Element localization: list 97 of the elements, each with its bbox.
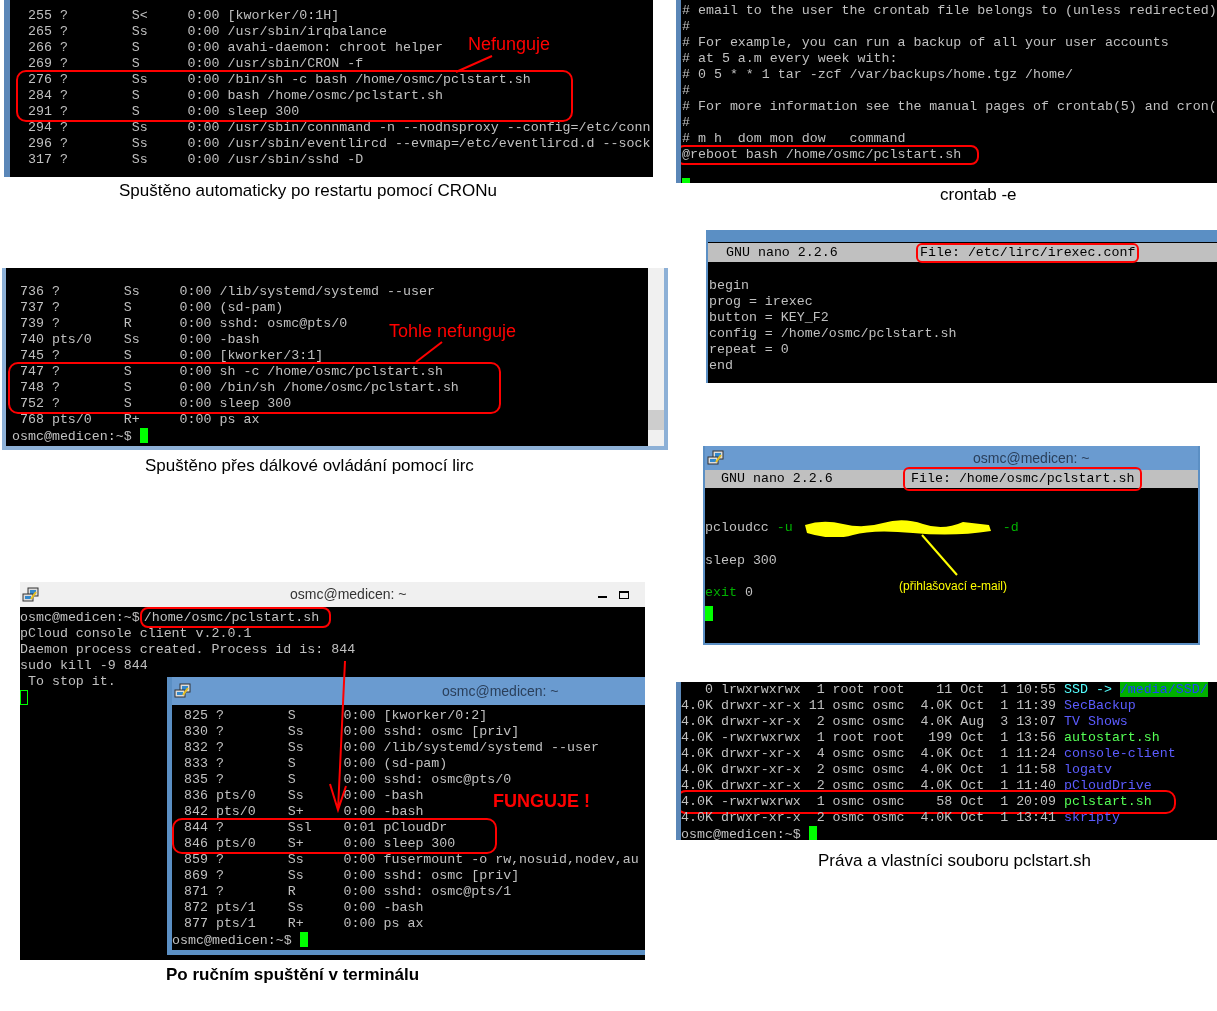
crontab-line: # bbox=[682, 83, 691, 99]
process-row-text: 871 ? R 0:00 sshd: osmc@pts/1 bbox=[182, 884, 512, 900]
config-line: begin bbox=[709, 278, 750, 294]
process-row-text: 869 ? Ss 0:00 sshd: osmc [priv] bbox=[182, 868, 520, 884]
process-row-text: 266 ? S 0:00 avahi-daemon: chroot helper bbox=[26, 40, 443, 56]
process-row-text: 740 pts/0 Ss 0:00 -bash bbox=[18, 332, 260, 348]
process-row-text: 842 pts/0 S+ 0:00 -bash bbox=[182, 804, 424, 820]
config-line: repeat = 0 bbox=[709, 342, 790, 358]
process-row-text: 836 pts/0 Ss 0:00 -bash bbox=[182, 788, 424, 804]
process-row-text: 317 ? Ss 0:00 /usr/sbin/sshd -D bbox=[26, 152, 364, 168]
config-line: end bbox=[709, 358, 734, 374]
process-row-text: 830 ? Ss 0:00 sshd: osmc [priv] bbox=[182, 724, 520, 740]
file-row: 4.0K drwxr-xr-x 11 osmc osmc 4.0K Oct 1 11:39 SecBackup bbox=[681, 698, 1136, 714]
script-line: sleep 300 bbox=[705, 553, 777, 569]
script-line: exit 0 bbox=[705, 585, 753, 601]
process-row-text: 291 ? S 0:00 sleep 300 bbox=[26, 104, 301, 120]
window-title: osmc@medicen: ~ bbox=[973, 448, 1090, 468]
crontab-line: # 0 5 * * 1 tar -zcf /var/backups/home.tgz /home/ bbox=[682, 67, 1074, 83]
crontab-line: @reboot bash /home/osmc/pclstart.sh bbox=[681, 145, 980, 165]
process-row-text: 284 ? S 0:00 bash /home/osmc/pclstart.sh bbox=[26, 88, 444, 104]
process-row-text: 748 ? S 0:00 /bin/sh /home/osmc/pclstart.sh bbox=[18, 380, 459, 396]
file-row: 4.0K drwxr-xr-x 2 osmc osmc 4.0K Oct 1 13:41 skripty bbox=[681, 810, 1120, 826]
crontab-line: # For example, you can run a backup of all your user accounts bbox=[682, 35, 1170, 51]
shell-prompt: osmc@medicen:~$ bbox=[681, 827, 802, 840]
nano-header: GNU nano 2.2.6 File: /home/osmc/pclstart.sh bbox=[705, 470, 1198, 488]
crontab-line: # For more information see the manual pages of crontab(5) and cron( bbox=[682, 99, 1217, 115]
window-title: osmc@medicen: ~ bbox=[442, 681, 559, 701]
process-row-text: 872 pts/1 Ss 0:00 -bash bbox=[182, 900, 424, 916]
minimize-icon[interactable] bbox=[598, 595, 607, 598]
process-row-text: 265 ? Ss 0:00 /usr/sbin/irqbalance bbox=[26, 24, 388, 40]
crontab-line: # m h dom mon dow command bbox=[682, 131, 907, 147]
crontab-line: # bbox=[682, 19, 691, 35]
cursor-icon bbox=[139, 428, 148, 443]
process-row-text: 269 ? S 0:00 /usr/sbin/CRON -f bbox=[26, 56, 364, 72]
file-row-text: 0 lrwxrwxrwx 1 root root 11 Oct 1 10:55 SSD -> /media/SSD/ bbox=[703, 682, 1208, 698]
figure-caption: crontab -e bbox=[940, 184, 1017, 206]
config-line: prog = irexec bbox=[709, 294, 814, 310]
process-row-text: 736 ? Ss 0:00 /lib/systemd/systemd --user bbox=[18, 284, 435, 300]
figure-caption: Po ručním spuštění v terminálu bbox=[166, 964, 420, 986]
maximize-icon[interactable] bbox=[619, 590, 629, 599]
output-line: Daemon process created. Process id is: 844 bbox=[20, 642, 357, 658]
computer-icon bbox=[22, 586, 40, 603]
file-name-label: File: /etc/lirc/irexec.conf bbox=[916, 242, 1140, 263]
command-text: /home/osmc/pclstart.sh bbox=[139, 607, 332, 628]
process-row-text: 844 ? Ssl 0:01 pCloudDr bbox=[182, 820, 449, 836]
process-row-text: 835 ? S 0:00 sshd: osmc@pts/0 bbox=[182, 772, 512, 788]
annotation-label: (přihlašovací e-mail) bbox=[899, 578, 1008, 595]
file-row: 4.0K drwxr-xr-x 4 osmc osmc 4.0K Oct 1 11:24 console-client bbox=[681, 746, 1176, 762]
process-row-text: 276 ? Ss 0:00 /bin/sh -c bash /home/osmc/pclstart.sh bbox=[26, 72, 531, 88]
shell-prompt: osmc@medicen:~$ bbox=[12, 429, 133, 444]
shell-prompt: osmc@medicen:~$ bbox=[172, 933, 293, 948]
process-row-text: 745 ? S 0:00 [kworker/3:1] bbox=[18, 348, 324, 364]
config-line: config = /home/osmc/pclstart.sh bbox=[709, 326, 958, 342]
cursor-icon bbox=[299, 932, 308, 947]
shell-prompt: osmc@medicen:~$ bbox=[20, 610, 140, 625]
crontab-line: # at 5 a.m every week with: bbox=[682, 51, 899, 67]
scrollbar[interactable] bbox=[648, 268, 664, 446]
figure-caption: Práva a vlastníci souboru pclstart.sh bbox=[818, 850, 1092, 872]
process-row-text: 877 pts/1 R+ 0:00 ps ax bbox=[182, 916, 424, 932]
file-row: 4.0K drwxr-xr-x 2 osmc osmc 4.0K Oct 1 11:40 pCloudDrive bbox=[681, 778, 1152, 794]
config-line: button = KEY_F2 bbox=[709, 310, 830, 326]
process-row-text: 832 ? Ss 0:00 /lib/systemd/systemd --user bbox=[182, 740, 599, 756]
file-row: 4.0K drwxr-xr-x 2 osmc osmc 4.0K Aug 3 13:07 TV Shows bbox=[681, 714, 1128, 730]
process-row-text: 768 pts/0 R+ 0:00 ps ax bbox=[18, 412, 260, 428]
file-row: 4.0K -rwxrwxrwx 1 osmc osmc 58 Oct 1 20:09 pclstart.sh bbox=[681, 794, 1152, 810]
computer-icon bbox=[707, 450, 725, 466]
annotation-label: Nefunguje bbox=[468, 33, 551, 56]
annotation-label: FUNGUJE ! bbox=[493, 790, 590, 813]
crontab-line: # email to the user the crontab file belongs to (unless redirected) bbox=[682, 3, 1217, 19]
output-line: pCloud console client v.2.0.1 bbox=[20, 626, 253, 642]
process-row-text: 296 ? Ss 0:00 /usr/sbin/eventlircd --evmap=/etc/eventlircd.d --sock bbox=[26, 136, 651, 152]
process-row-text: 833 ? S 0:00 (sd-pam) bbox=[182, 756, 448, 772]
cursor-icon bbox=[808, 826, 817, 840]
window-title: osmc@medicen: ~ bbox=[290, 585, 407, 604]
process-row-text: 747 ? S 0:00 sh -c /home/osmc/pclstart.sh bbox=[18, 364, 444, 380]
file-row: 4.0K -rwxrwxrwx 1 root root 199 Oct 1 13:56 autostart.sh bbox=[681, 730, 1160, 746]
figure-caption: Spuštěno přes dálkové ovládání pomocí lirc bbox=[145, 455, 474, 477]
process-row-text: 752 ? S 0:00 sleep 300 bbox=[18, 396, 293, 412]
computer-icon bbox=[174, 683, 192, 699]
process-row-text: 294 ? Ss 0:00 /usr/sbin/connmand -n --nodnsproxy --config=/etc/conn bbox=[26, 120, 651, 136]
output-line: To stop it. bbox=[26, 674, 117, 690]
crontab-line: # bbox=[682, 115, 691, 131]
file-name-label: File: /home/osmc/pclstart.sh bbox=[903, 467, 1143, 491]
process-row-text: 859 ? Ss 0:00 fusermount -o rw,nosuid,nodev,au bbox=[182, 852, 639, 868]
output-line: sudo kill -9 844 bbox=[20, 658, 149, 674]
leader-line bbox=[920, 533, 960, 577]
cursor-icon bbox=[705, 606, 713, 621]
process-row-text: 825 ? S 0:00 [kworker/0:2] bbox=[182, 708, 488, 724]
process-row-text: 846 pts/0 S+ 0:00 sleep 300 bbox=[182, 836, 456, 852]
script-line: pcloudcc -u -d bbox=[705, 519, 1019, 537]
process-row-text: 255 ? S< 0:00 [kworker/0:1H] bbox=[26, 8, 340, 24]
process-row-text: 737 ? S 0:00 (sd-pam) bbox=[18, 300, 284, 316]
annotation-label: Tohle nefunguje bbox=[389, 320, 517, 343]
process-row-text: 739 ? R 0:00 sshd: osmc@pts/0 bbox=[18, 316, 348, 332]
figure-caption: Spuštěno automaticky po restartu pomocí CRONu bbox=[119, 180, 497, 202]
nano-header: GNU nano 2.2.6 File: /etc/lirc/irexec.conf bbox=[708, 243, 1217, 262]
file-row: 4.0K drwxr-xr-x 2 osmc osmc 4.0K Oct 1 11:58 logatv bbox=[681, 762, 1112, 778]
